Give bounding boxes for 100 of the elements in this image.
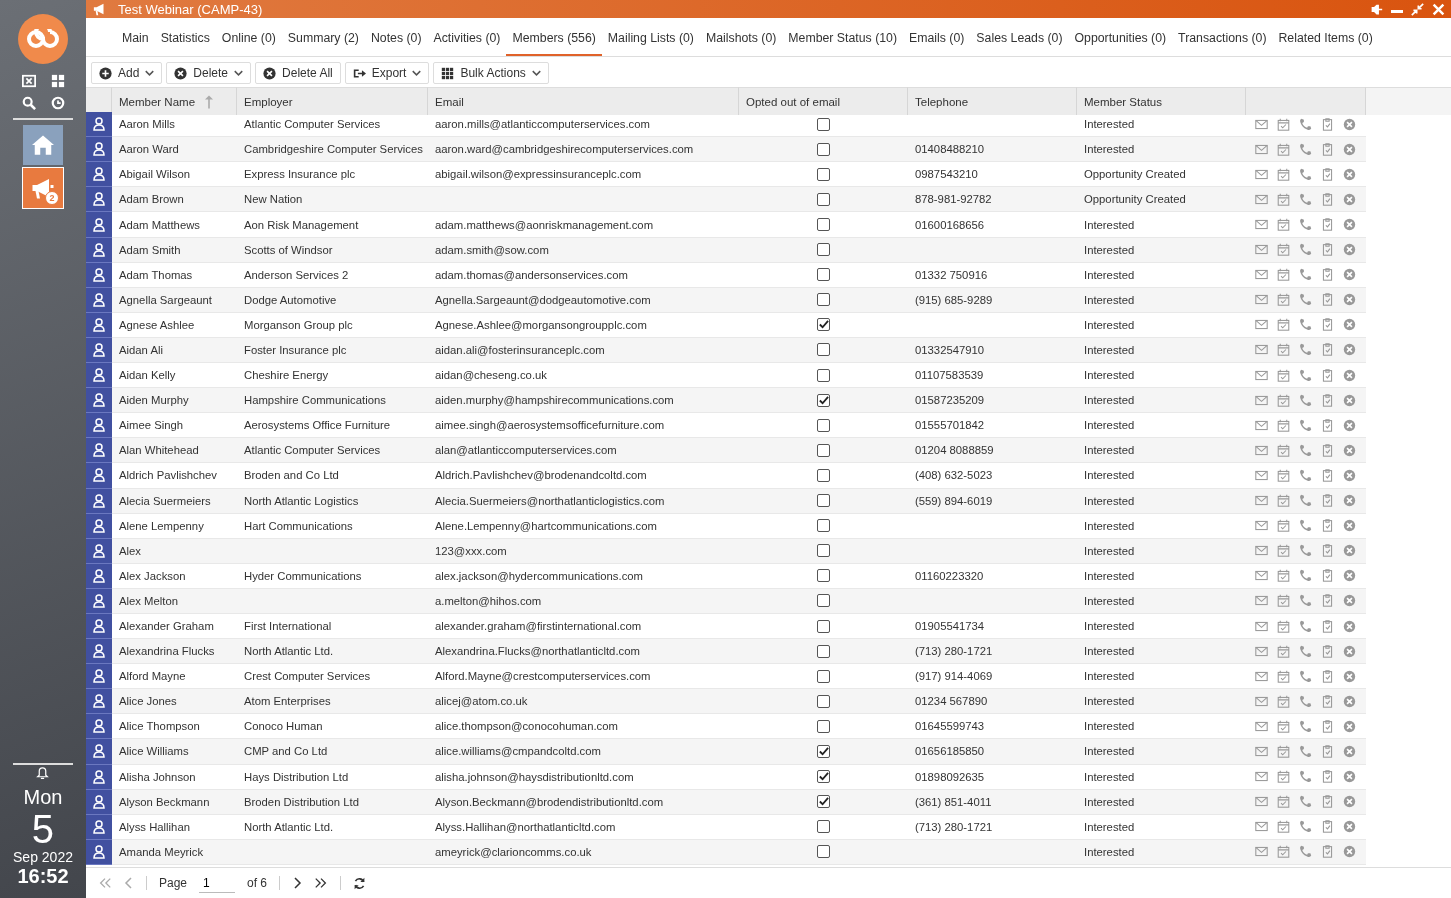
- x-circle-icon: [1343, 694, 1356, 708]
- email-cell: Alyson.Beckmann@brodendistributionltd.com: [428, 789, 739, 815]
- telephone-cell: (713) 280-1721: [908, 814, 1077, 840]
- calendar-icon: [1277, 243, 1290, 257]
- calendar-icon: [1277, 569, 1290, 583]
- telephone-cell: 01898092635: [908, 764, 1077, 790]
- envelope-icon: [1255, 142, 1268, 156]
- phone-icon: [1299, 368, 1312, 382]
- logo-icon[interactable]: [18, 14, 68, 64]
- checkbox[interactable]: [817, 820, 830, 834]
- clipboard-icon: [1321, 569, 1334, 583]
- column-header[interactable]: Opted out of email: [739, 87, 908, 115]
- month-year-label: Sep 2022: [13, 849, 73, 865]
- checkbox[interactable]: [817, 293, 830, 307]
- telephone-cell: 01408488210: [908, 137, 1077, 163]
- checkbox[interactable]: [817, 795, 830, 809]
- checkbox[interactable]: [817, 745, 830, 758]
- checkbox[interactable]: [817, 393, 830, 407]
- checkbox[interactable]: [817, 318, 830, 332]
- checkbox[interactable]: [817, 117, 830, 131]
- column-header[interactable]: Employer: [237, 87, 428, 115]
- checkbox[interactable]: [817, 569, 830, 583]
- tab[interactable]: Statistics: [154, 31, 216, 56]
- tab[interactable]: Related Items (0): [1272, 31, 1379, 56]
- checkbox[interactable]: [817, 268, 830, 282]
- tab[interactable]: Activities (0): [427, 31, 507, 56]
- tab[interactable]: Transactions (0): [1172, 31, 1273, 56]
- tab[interactable]: Emails (0): [903, 31, 971, 56]
- refresh-button[interactable]: [353, 876, 367, 890]
- checkbox[interactable]: [817, 368, 830, 382]
- tab[interactable]: Main: [116, 31, 155, 56]
- weekday-label: Mon: [23, 786, 63, 809]
- calendar-icon: [1277, 745, 1290, 758]
- checkbox[interactable]: [817, 644, 830, 658]
- checkbox[interactable]: [817, 468, 830, 482]
- tab[interactable]: Summary (2): [281, 31, 365, 56]
- checkbox[interactable]: [817, 519, 830, 533]
- status-cell: Interested: [1077, 639, 1246, 665]
- clipboard-icon: [1321, 368, 1334, 382]
- tab[interactable]: Opportunities (0): [1068, 31, 1173, 56]
- toolbar-button[interactable]: Delete: [166, 62, 252, 84]
- tab[interactable]: Mailing Lists (0): [601, 31, 700, 56]
- x-circle-icon: [1343, 368, 1356, 382]
- phone-icon: [1299, 594, 1312, 608]
- checkbox[interactable]: [817, 167, 830, 181]
- checkbox[interactable]: [817, 669, 830, 683]
- clipboard-icon: [1321, 770, 1334, 784]
- tab[interactable]: Online (0): [215, 31, 282, 56]
- checkbox[interactable]: [817, 594, 830, 608]
- phone-icon: [1299, 218, 1312, 231]
- home-button[interactable]: [23, 125, 63, 165]
- checkbox[interactable]: [817, 418, 830, 432]
- last-page-button[interactable]: [314, 877, 329, 889]
- toolbar-button[interactable]: Bulk Actions: [433, 62, 549, 84]
- x-circle-icon: [1343, 494, 1356, 508]
- x-circle-icon: [1343, 343, 1356, 357]
- tiles-icon: [50, 74, 65, 88]
- phone-icon: [1299, 192, 1312, 206]
- checkbox[interactable]: [817, 192, 830, 206]
- x-circle-icon: [1343, 218, 1356, 231]
- column-header[interactable]: Email: [428, 87, 739, 115]
- checkbox[interactable]: [817, 218, 830, 231]
- x-circle-icon: [1343, 845, 1356, 859]
- checkbox[interactable]: [817, 845, 830, 859]
- column-header[interactable]: Member Name: [112, 87, 237, 115]
- checkbox[interactable]: [817, 619, 830, 633]
- clipboard-icon: [1321, 243, 1334, 257]
- calendar-icon: [1277, 544, 1290, 558]
- toolbar-button[interactable]: Delete All: [255, 62, 341, 84]
- status-cell: Interested: [1077, 588, 1246, 614]
- envelope-icon: [1255, 418, 1268, 432]
- phone-icon: [1299, 745, 1312, 758]
- status-cell: Interested: [1077, 212, 1246, 238]
- checkbox[interactable]: [817, 694, 830, 708]
- checkbox[interactable]: [817, 544, 830, 558]
- checkbox[interactable]: [817, 494, 830, 508]
- close-icon: [1432, 2, 1445, 16]
- column-header[interactable]: Member Status: [1077, 87, 1246, 115]
- checkbox[interactable]: [817, 243, 830, 257]
- checkbox[interactable]: [817, 343, 830, 357]
- page-input[interactable]: 1: [199, 873, 236, 893]
- tab[interactable]: Sales Leads (0): [970, 31, 1069, 56]
- column-header[interactable]: Telephone: [908, 87, 1077, 115]
- checkbox[interactable]: [817, 142, 830, 156]
- checkbox[interactable]: [817, 719, 830, 733]
- calendar-icon: [1277, 142, 1290, 156]
- next-page-button[interactable]: [292, 877, 303, 889]
- tab[interactable]: Member Status (10): [782, 31, 903, 56]
- envelope-icon: [1255, 694, 1268, 708]
- tab[interactable]: Notes (0): [364, 31, 428, 56]
- checkbox[interactable]: [817, 443, 830, 457]
- email-cell: alicej@atom.co.uk: [428, 689, 739, 715]
- calendar-icon: [1277, 770, 1290, 784]
- x-circle-icon: [1343, 443, 1356, 457]
- checkbox[interactable]: [817, 770, 830, 784]
- tab[interactable]: Mailshots (0): [699, 31, 783, 56]
- toolbar-button[interactable]: Export: [344, 62, 430, 84]
- toolbar-button[interactable]: Add: [91, 62, 163, 84]
- email-cell: adam.thomas@andersonservices.com: [428, 262, 739, 288]
- clipboard-icon: [1321, 694, 1334, 708]
